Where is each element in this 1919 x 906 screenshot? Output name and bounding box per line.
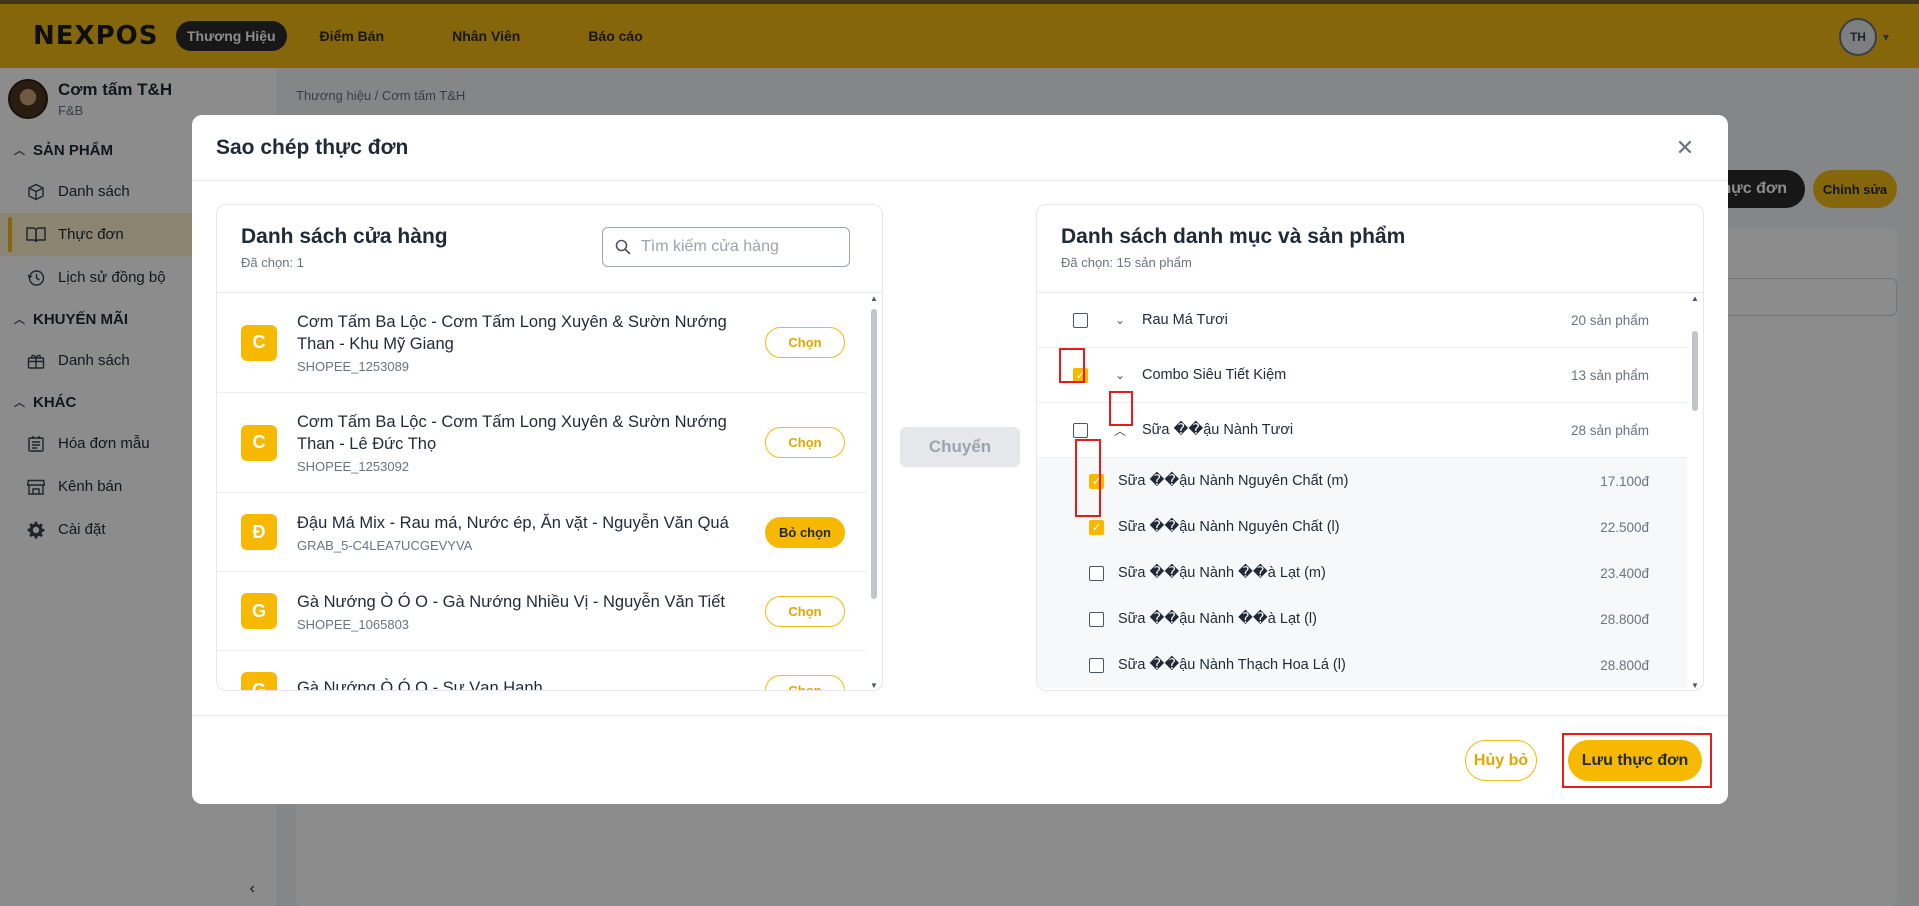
highlight-box — [1562, 733, 1712, 788]
scroll-down-icon[interactable]: ▼ — [868, 680, 880, 690]
dialog-footer: Hủy bỏ Lưu thực đơn — [192, 715, 1728, 804]
category-checkbox[interactable] — [1073, 422, 1088, 438]
close-icon[interactable]: ✕ — [1672, 135, 1698, 161]
category-list-panel: Danh sách danh mục và sản phẩm Đã chọn: … — [1036, 204, 1704, 691]
store-avatar: C — [241, 424, 277, 461]
store-name: Gà Nướng Ò Ó O - Gà Nướng Nhiều Vị - Ngu… — [297, 592, 725, 611]
store-list-panel: Danh sách cửa hàng Đã chọn: 1 C Cơm Tấm … — [216, 204, 883, 691]
product-checkbox[interactable] — [1089, 519, 1104, 535]
store-code: SHOPEE_1253089 — [297, 359, 410, 374]
store-code: SHOPEE_1065803 — [297, 616, 410, 632]
store-avatar: G — [241, 672, 277, 690]
product-row[interactable]: Sữa ��ậu Nành ��à Lạt (l) 28.800đ — [1037, 596, 1687, 642]
store-name: Đậu Má Mix - Rau má, Nước ép, Ăn vặt - N… — [297, 513, 729, 532]
product-price: 28.800đ — [1600, 657, 1649, 673]
search-icon — [615, 239, 631, 255]
store-row[interactable]: Đ Đậu Má Mix - Rau má, Nước ép, Ăn vặt -… — [217, 493, 867, 572]
product-price: 17.100đ — [1600, 473, 1649, 489]
select-store-button[interactable]: Chọn — [765, 674, 845, 690]
store-search-box[interactable] — [602, 227, 850, 267]
product-row[interactable]: Sữa ��ậu Nành Nguyên Chất (l) 22.500đ — [1037, 504, 1687, 550]
deselect-store-button[interactable]: Bỏ chọn — [765, 516, 845, 548]
highlight-box — [1109, 391, 1133, 426]
category-tree[interactable]: ⌄ Rau Má Tươi 20 sản phẩm ⌄ Combo Siêu T… — [1037, 293, 1687, 690]
store-name: Cơm Tấm Ba Lộc - Cơm Tấm Long Xuyên & Sư… — [297, 413, 727, 453]
scroll-thumb[interactable] — [1692, 331, 1698, 411]
category-name: Rau Má Tươi — [1142, 312, 1228, 328]
product-price: 28.800đ — [1600, 611, 1649, 627]
copy-menu-dialog: Sao chép thực đơn ✕ Danh sách cửa hàng Đ… — [192, 115, 1728, 804]
highlight-box — [1059, 348, 1085, 383]
store-list[interactable]: C Cơm Tấm Ba Lộc - Cơm Tấm Long Xuyên & … — [217, 293, 867, 691]
product-name: Sữa ��ậu Nành ��à Lạt (l) — [1118, 611, 1317, 627]
dialog-title: Sao chép thực đơn — [216, 135, 409, 159]
category-count: 28 sản phẩm — [1570, 422, 1649, 438]
category-name: Sữa ��ậu Nành Tươi — [1142, 422, 1294, 438]
transfer-button[interactable]: Chuyển — [900, 427, 1020, 467]
product-row[interactable]: Sữa ��ậu Nành Thạch Hoa Lá (l) 28.800đ — [1037, 642, 1687, 688]
store-name: Cơm Tấm Ba Lộc - Cơm Tấm Long Xuyên & Sư… — [297, 313, 727, 353]
category-name: Combo Siêu Tiết Kiệm — [1142, 367, 1287, 383]
store-row[interactable]: G Gà Nướng Ò Ó O - Gà Nướng Nhiều Vị - N… — [217, 572, 867, 651]
store-row[interactable]: G Gà Nướng Ò Ó O - Sư Vạn Hạnh Chọn — [217, 651, 867, 691]
select-store-button[interactable]: Chọn — [765, 595, 845, 627]
store-name: Gà Nướng Ò Ó O - Sư Vạn Hạnh — [297, 679, 543, 691]
store-list-scrollbar[interactable]: ▲ ▼ — [868, 293, 880, 690]
product-checkbox[interactable] — [1089, 565, 1104, 581]
product-selected-count: Đã chọn: 15 sản phẩm — [1061, 255, 1192, 270]
category-panel-title: Danh sách danh mục và sản phẩm — [1061, 225, 1406, 248]
scroll-down-icon[interactable]: ▼ — [1689, 680, 1701, 690]
select-store-button[interactable]: Chọn — [765, 427, 845, 458]
product-checkbox[interactable] — [1089, 611, 1104, 627]
store-code: SHOPEE_1253092 — [297, 459, 410, 474]
dialog-header: Sao chép thực đơn ✕ — [192, 115, 1728, 181]
store-avatar: C — [241, 324, 277, 361]
store-code: GRAB_5-C4LEA7UCGEVYVA — [297, 537, 473, 553]
chevron-down-icon[interactable]: ⌄ — [1112, 313, 1128, 327]
product-name: Sữa ��ậu Nành Nguyên Chất (m) — [1118, 473, 1349, 489]
category-list-scrollbar[interactable]: ▲ ▼ — [1689, 293, 1701, 690]
category-row[interactable]: ︿ Sữa ��ậu Nành Tươi 28 sản phẩm — [1037, 403, 1687, 458]
store-avatar: G — [241, 593, 277, 629]
product-name: Sữa ��ậu Nành ��à Lạt (m) — [1118, 565, 1326, 581]
store-row[interactable]: C Cơm Tấm Ba Lộc - Cơm Tấm Long Xuyên & … — [217, 293, 867, 393]
category-panel-header: Danh sách danh mục và sản phẩm Đã chọn: … — [1037, 205, 1703, 293]
product-row[interactable]: Sữa ��ậu Nành ��à Lạt (m) 23.400đ — [1037, 550, 1687, 596]
store-avatar: Đ — [241, 514, 277, 550]
scroll-up-icon[interactable]: ▲ — [868, 293, 880, 305]
scroll-thumb[interactable] — [871, 309, 877, 599]
category-row[interactable]: ⌄ Combo Siêu Tiết Kiệm 13 sản phẩm — [1037, 348, 1687, 403]
highlight-box — [1075, 439, 1101, 517]
product-price: 23.400đ — [1600, 565, 1649, 581]
store-row[interactable]: C Cơm Tấm Ba Lộc - Cơm Tấm Long Xuyên & … — [217, 393, 867, 493]
category-count: 13 sản phẩm — [1570, 367, 1649, 383]
store-search-input[interactable] — [641, 238, 831, 256]
product-checkbox[interactable] — [1089, 657, 1104, 673]
product-name: Sữa ��ậu Nành Nguyên Chất (l) — [1118, 519, 1340, 535]
category-checkbox[interactable] — [1073, 312, 1088, 328]
scroll-up-icon[interactable]: ▲ — [1689, 293, 1701, 305]
category-count: 20 sản phẩm — [1570, 312, 1649, 328]
category-row[interactable]: ⌄ Rau Má Tươi 20 sản phẩm — [1037, 293, 1687, 348]
product-name: Sữa ��ậu Nành Thạch Hoa Lá (l) — [1118, 657, 1346, 673]
store-panel-header: Danh sách cửa hàng Đã chọn: 1 — [217, 205, 882, 293]
cancel-button[interactable]: Hủy bỏ — [1465, 740, 1537, 781]
product-row[interactable]: Sữa ��ậu Nành Nguyên Chất (m) 17.100đ — [1037, 458, 1687, 504]
chevron-down-icon[interactable]: ⌄ — [1112, 368, 1128, 382]
select-store-button[interactable]: Chọn — [765, 327, 845, 358]
product-price: 22.500đ — [1600, 519, 1649, 535]
